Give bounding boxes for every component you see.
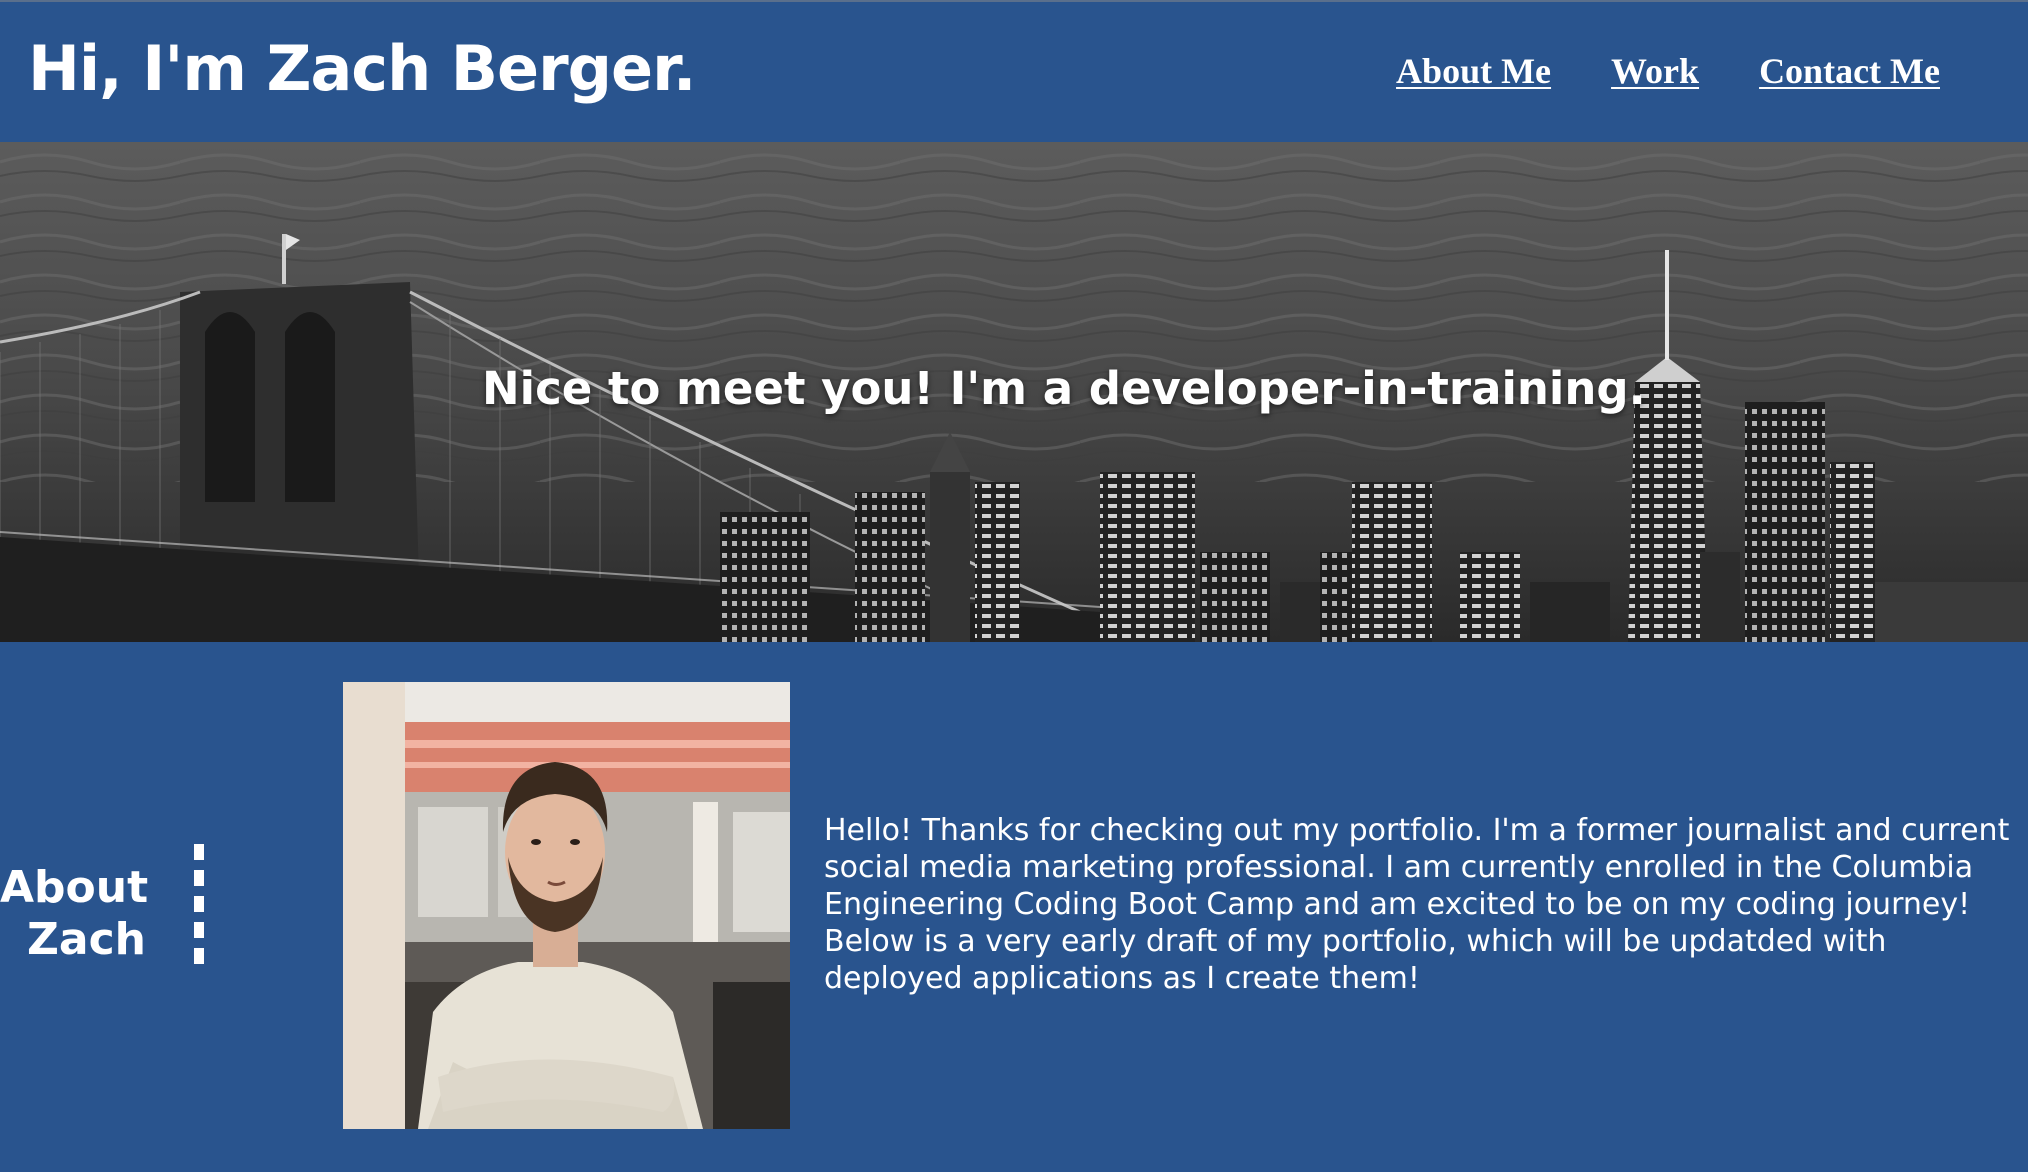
dashed-divider bbox=[194, 844, 204, 970]
about-heading: About Zach bbox=[0, 862, 149, 966]
profile-portrait-image bbox=[343, 682, 790, 1129]
about-heading-line-2: Zach bbox=[26, 914, 146, 965]
nav-link-contact-me[interactable]: Contact Me bbox=[1759, 50, 1940, 92]
profile-photo bbox=[343, 682, 790, 1129]
about-section: About Zach Hello! Thanks for checking ou… bbox=[0, 642, 2028, 1172]
nav-link-about-me[interactable]: About Me bbox=[1396, 50, 1551, 92]
hero-banner: Nice to meet you! I'm a developer-in-tra… bbox=[0, 142, 2028, 642]
nav-link-work[interactable]: Work bbox=[1611, 50, 1699, 92]
site-header: Hi, I'm Zach Berger. About Me Work Conta… bbox=[0, 0, 2028, 142]
hero-tagline: Nice to meet you! I'm a developer-in-tra… bbox=[482, 362, 1646, 415]
main-nav: About Me Work Contact Me bbox=[1396, 50, 1940, 92]
about-heading-line-1: About bbox=[0, 862, 149, 913]
about-bio-text: Hello! Thanks for checking out my portfo… bbox=[824, 813, 2010, 996]
site-title: Hi, I'm Zach Berger. bbox=[28, 32, 696, 105]
